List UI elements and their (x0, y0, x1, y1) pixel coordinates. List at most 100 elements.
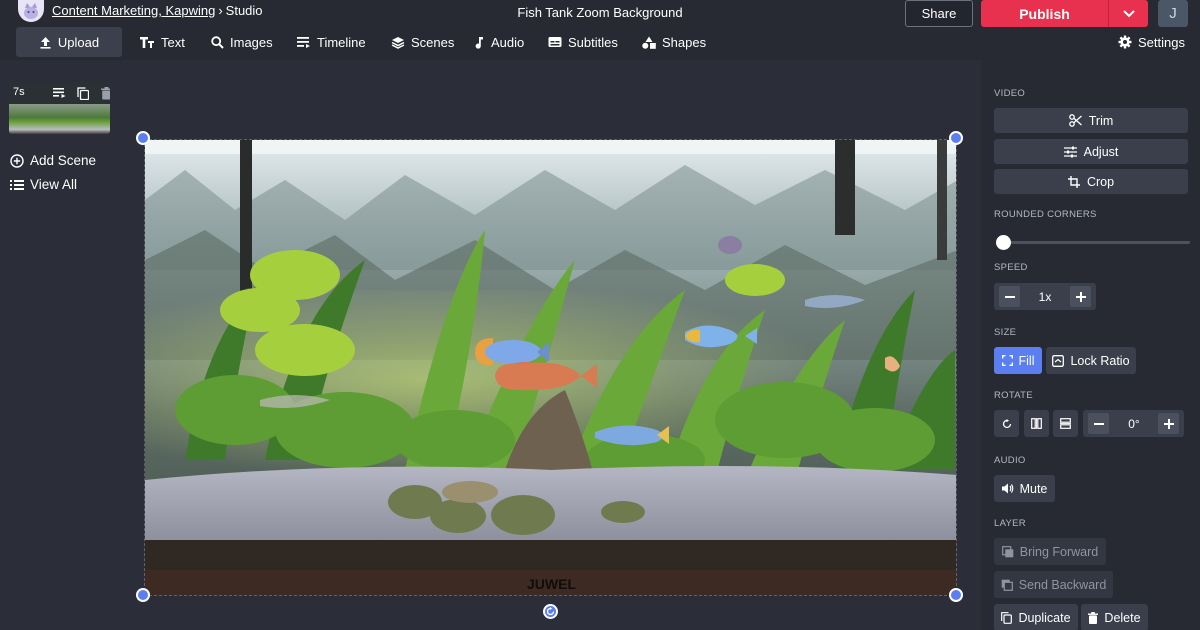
fill-label: Fill (1018, 353, 1035, 368)
send-backward-icon (1001, 579, 1013, 591)
publish-button[interactable]: Publish (981, 0, 1108, 27)
duplicate-label: Duplicate (1018, 610, 1071, 625)
subtitles-tool-button[interactable]: Subtitles (548, 27, 618, 57)
chevron-down-icon (1122, 9, 1135, 17)
shapes-icon (642, 36, 656, 49)
breadcrumb: Content Marketing, Kapwing › Studio (52, 3, 263, 18)
upload-icon (40, 36, 51, 49)
timeline-icon (297, 37, 310, 48)
bring-forward-button[interactable]: Bring Forward (994, 538, 1106, 565)
shapes-tool-label: Shapes (662, 34, 707, 50)
lock-ratio-label: Lock Ratio (1070, 353, 1130, 368)
text-tool-label: Text (161, 34, 185, 50)
add-scene-button[interactable]: Add Scene (10, 153, 96, 168)
rotate-icon (546, 607, 555, 616)
audio-tool-button[interactable]: Audio (474, 27, 524, 57)
speed-section-label: SPEED (994, 262, 1028, 273)
bring-forward-icon (1001, 545, 1014, 557)
rotate-section-label: ROTATE (994, 390, 1033, 401)
view-all-scenes-button[interactable]: View All (10, 177, 77, 192)
settings-button[interactable]: Settings (1118, 27, 1185, 57)
speed-stepper: 1x (994, 283, 1096, 310)
breadcrumb-current-page: Studio (225, 3, 263, 18)
flip-horizontal-icon (1031, 418, 1042, 429)
send-backward-label: Send Backward (1018, 577, 1107, 592)
scene-thumbnail[interactable]: 7s (9, 82, 110, 134)
rounded-corners-slider-thumb[interactable] (996, 235, 1011, 250)
view-all-label: View All (30, 177, 78, 192)
editor-toolbar: Upload Text Images Timeline Scenes Audio… (0, 27, 1200, 57)
crop-button[interactable]: Crop (994, 169, 1188, 194)
speaker-icon (1001, 483, 1013, 494)
crop-icon (1067, 175, 1080, 188)
upload-button[interactable]: Upload (16, 27, 122, 57)
plus-icon (1163, 418, 1174, 429)
audio-section-label: AUDIO (994, 455, 1026, 466)
delete-label: Delete (1104, 610, 1141, 625)
layers-icon (391, 36, 405, 49)
breadcrumb-workspace-link[interactable]: Content Marketing, Kapwing (52, 3, 215, 18)
scene-preview-image (9, 104, 110, 134)
flip-vertical-button[interactable] (1053, 410, 1078, 437)
gear-icon (1118, 35, 1132, 49)
resize-handle-bottom-right[interactable] (949, 588, 963, 602)
subtitles-icon (548, 37, 562, 47)
fill-button[interactable]: Fill (994, 347, 1042, 374)
speed-decrease-button[interactable] (999, 286, 1020, 307)
text-icon (140, 36, 154, 48)
rounded-corners-slider-track[interactable] (1003, 241, 1190, 244)
lock-ratio-button[interactable]: Lock Ratio (1046, 347, 1136, 374)
speed-value: 1x (1038, 289, 1052, 304)
publish-options-button[interactable] (1108, 0, 1148, 27)
share-button[interactable]: Share (905, 0, 973, 27)
flip-horizontal-button[interactable] (1024, 410, 1049, 437)
rotation-increase-button[interactable] (1158, 413, 1179, 434)
subtitles-tool-label: Subtitles (568, 34, 618, 50)
rotate-icon (1002, 418, 1011, 428)
rotation-stepper: 0° (1083, 410, 1184, 437)
upload-label: Upload (57, 34, 100, 50)
delete-button[interactable]: Delete (1081, 604, 1148, 630)
plus-circle-icon (10, 153, 24, 168)
trim-label: Trim (1088, 113, 1114, 128)
size-section-label: SIZE (994, 327, 1017, 338)
layer-section-label: LAYER (994, 518, 1026, 529)
resize-handle-top-left[interactable] (136, 131, 150, 145)
rotation-decrease-button[interactable] (1088, 413, 1109, 434)
timeline-icon[interactable] (53, 87, 66, 98)
rotate-handle[interactable] (543, 604, 558, 619)
tank-brand-label: JUWEL (527, 576, 576, 592)
images-tool-button[interactable]: Images (211, 27, 273, 57)
plus-icon (1075, 291, 1086, 302)
settings-label: Settings (1138, 34, 1185, 50)
scenes-tool-button[interactable]: Scenes (391, 27, 454, 57)
duplicate-button[interactable]: Duplicate (994, 604, 1078, 630)
shapes-tool-button[interactable]: Shapes (642, 27, 706, 57)
send-backward-button[interactable]: Send Backward (994, 571, 1113, 598)
minus-icon (1004, 295, 1015, 298)
music-note-icon (475, 36, 483, 49)
text-tool-button[interactable]: Text (139, 27, 185, 57)
rotation-value: 0° (1128, 416, 1140, 431)
rotate-clockwise-button[interactable] (994, 410, 1019, 437)
mute-label: Mute (1019, 481, 1048, 496)
resize-handle-top-right[interactable] (949, 131, 963, 145)
speed-increase-button[interactable] (1070, 286, 1091, 307)
trash-icon[interactable] (101, 87, 110, 100)
trim-button[interactable]: Trim (994, 108, 1188, 133)
copy-icon (1001, 611, 1013, 624)
sliders-icon (1063, 146, 1077, 157)
video-canvas[interactable]: JUWEL (144, 139, 957, 596)
trash-icon (1088, 611, 1099, 624)
search-icon (211, 35, 224, 49)
resize-handle-bottom-left[interactable] (136, 588, 150, 602)
timeline-tool-button[interactable]: Timeline (297, 27, 366, 57)
flip-vertical-icon (1060, 418, 1071, 429)
scenes-tool-label: Scenes (411, 34, 455, 50)
adjust-button[interactable]: Adjust (994, 139, 1188, 164)
mute-button[interactable]: Mute (994, 475, 1055, 502)
copy-icon[interactable] (77, 87, 89, 100)
scene-duration: 7s (13, 86, 25, 98)
user-avatar-button[interactable]: J (1158, 0, 1188, 27)
add-scene-label: Add Scene (30, 153, 97, 168)
